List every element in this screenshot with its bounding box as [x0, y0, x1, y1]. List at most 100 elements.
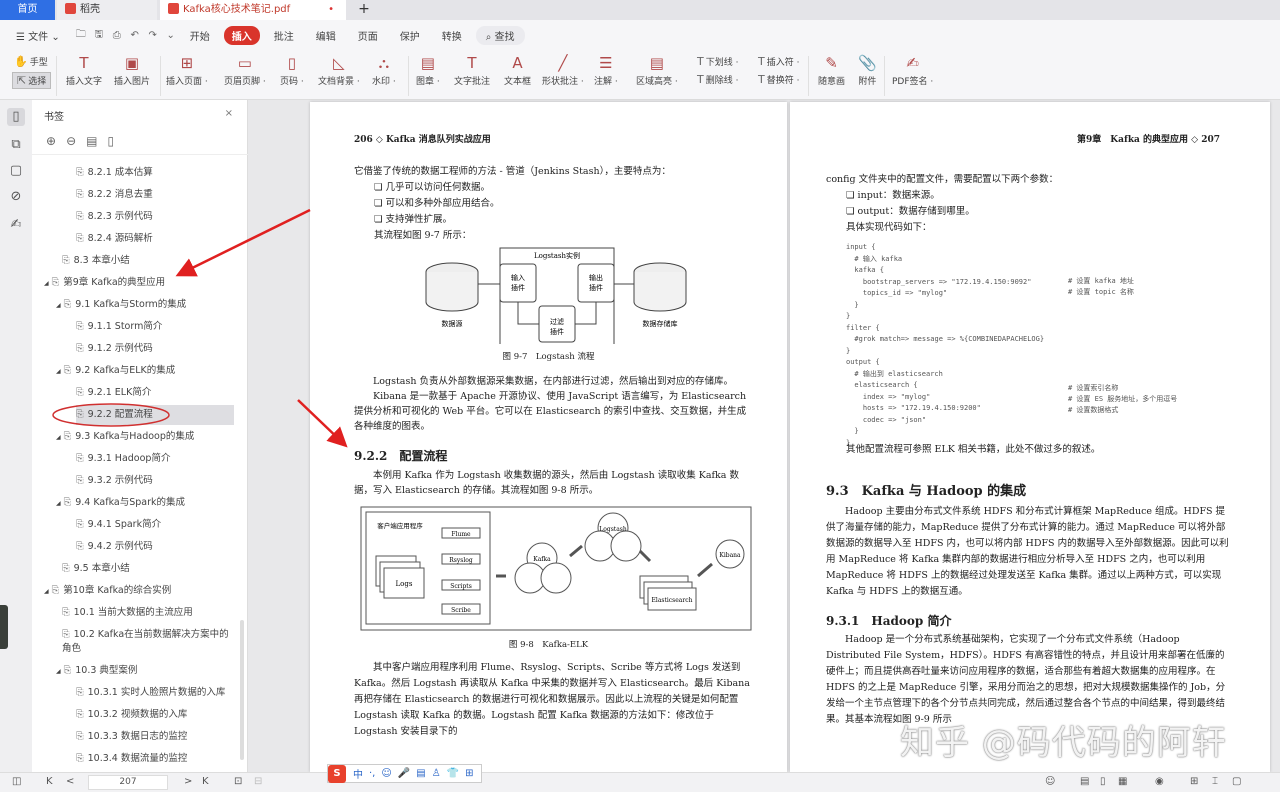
bookmark-item[interactable]: ⎘ 9.4.1 Spark简介: [76, 518, 161, 532]
attach-tool[interactable]: 📎 附件: [858, 52, 877, 98]
expand-arrow-icon[interactable]: ◢: [56, 668, 61, 675]
two-page-view-icon[interactable]: ▦: [1118, 776, 1127, 787]
ime-keyboard-icon[interactable]: ▤: [416, 768, 425, 779]
menu-tab-2[interactable]: 批注: [266, 26, 302, 45]
tab-daoke[interactable]: 稻壳: [57, 0, 157, 20]
sidebar-toggle-icon[interactable]: ◫: [12, 776, 21, 787]
bookmark-item[interactable]: ⎘ 8.2.2 消息去重: [76, 188, 153, 202]
bookmark-item[interactable]: ⎘ 9.4.2 示例代码: [76, 540, 153, 554]
continuous-view-icon[interactable]: ▯: [1100, 776, 1106, 787]
text-markup-tool-1[interactable]: T 删除线 ·: [697, 73, 738, 86]
menu-tab-6[interactable]: 转换: [434, 26, 470, 45]
undo-icon[interactable]: ↶: [128, 30, 142, 41]
edit-bookmark-icon[interactable]: ⊖: [66, 134, 86, 148]
ime-voice-icon[interactable]: 🎤: [398, 768, 410, 779]
menu-tab-3[interactable]: 编辑: [308, 26, 344, 45]
tool-7[interactable]: ▤ 图章 ·: [416, 52, 440, 98]
save-icon[interactable]: 🖫: [92, 27, 106, 44]
bookmark-item[interactable]: ⎘ 9.3.1 Hadoop简介: [76, 452, 170, 466]
fit-width-icon[interactable]: ⌶: [1212, 776, 1218, 787]
bookmark-panel-icon[interactable]: ▯: [7, 108, 25, 126]
bookmark-item[interactable]: ⎘ 8.2.4 源码解析: [76, 232, 153, 246]
close-icon[interactable]: ×: [225, 108, 233, 119]
bookmark-item[interactable]: ⎘ 9.2.1 ELK简介: [76, 386, 151, 400]
expand-bookmark-icon[interactable]: ▤: [86, 134, 107, 148]
ime-skin-icon[interactable]: 👕: [447, 768, 459, 779]
expand-arrow-icon[interactable]: ◢: [56, 302, 61, 309]
page-view-icon[interactable]: ▢: [1232, 776, 1241, 787]
tool-1[interactable]: ▣ 插入图片: [114, 52, 150, 98]
last-page-button[interactable]: K: [202, 776, 209, 787]
bookmark-item[interactable]: ⎘ 9.5 本章小结: [62, 562, 130, 576]
collapse-bookmark-icon[interactable]: ▯: [107, 134, 124, 148]
eye-protection-icon[interactable]: ☺: [1045, 776, 1055, 787]
menu-tab-5[interactable]: 保护: [392, 26, 428, 45]
comment-icon[interactable]: ▢: [7, 162, 25, 180]
text-markup-tool-0[interactable]: T 下划线 ·: [697, 55, 738, 68]
text-markup-tool-2[interactable]: T 插入符 ·: [758, 55, 799, 68]
fullscreen-icon[interactable]: ⊞: [1190, 776, 1198, 787]
tool-2[interactable]: ⊞ 插入页面 ·: [166, 52, 208, 98]
bookmark-item[interactable]: ◢ ⎘ 9.2 Kafka与ELK的集成: [56, 364, 175, 379]
select-tool[interactable]: ⇱ 选择: [12, 72, 52, 89]
expand-arrow-icon[interactable]: ◢: [56, 368, 61, 375]
open-icon[interactable]: 🗀: [74, 27, 88, 44]
play-icon[interactable]: ◉: [1155, 776, 1164, 787]
sidebar-scrollbar[interactable]: [240, 620, 244, 760]
ime-chinese[interactable]: 中: [353, 766, 363, 781]
bookmark-item[interactable]: ⎘ 10.2 Kafka在当前数据解决方案中的 角色: [62, 628, 229, 656]
tool-9[interactable]: A 文本框: [504, 52, 531, 98]
print-icon[interactable]: ⎙: [110, 30, 124, 41]
bookmark-item[interactable]: ⎘ 9.3.2 示例代码: [76, 474, 153, 488]
bookmark-item[interactable]: ⎘ 8.2.1 成本估算: [76, 166, 153, 180]
ime-punct[interactable]: ·,: [369, 768, 375, 779]
bookmark-item[interactable]: ⎘ 8.3 本章小结: [62, 254, 130, 268]
bookmark-item[interactable]: ◢ ⎘ 9.1 Kafka与Storm的集成: [56, 298, 186, 313]
ime-user-icon[interactable]: ♙: [432, 768, 441, 779]
tool-12[interactable]: ▤ 区域高亮 ·: [636, 52, 678, 98]
tool-0[interactable]: T 插入文字: [66, 52, 102, 98]
unsaved-dot-icon[interactable]: •: [328, 0, 334, 20]
first-page-button[interactable]: K: [46, 776, 53, 787]
bookmark-item[interactable]: ⎘ 9.1.1 Storm简介: [76, 320, 162, 334]
bookmark-item[interactable]: ⎘ 10.3.2 视频数据的入库: [76, 708, 187, 722]
tool-3[interactable]: ▭ 页眉页脚 ·: [224, 52, 266, 98]
bookmark-item[interactable]: ◢ ⎘ 9.4 Kafka与Spark的集成: [56, 496, 185, 511]
tab-home[interactable]: 首页: [0, 0, 55, 20]
ime-emoji-icon[interactable]: ☺: [381, 768, 391, 779]
single-page-view-icon[interactable]: ▤: [1080, 776, 1089, 787]
expand-arrow-icon[interactable]: ◢: [56, 500, 61, 507]
tool-5[interactable]: ◺ 文档背景 ·: [318, 52, 360, 98]
bookmark-item[interactable]: ◢ ⎘ 9.3 Kafka与Hadoop的集成: [56, 430, 194, 445]
tool-8[interactable]: T 文字批注: [454, 52, 490, 98]
expand-arrow-icon[interactable]: ◢: [44, 588, 49, 595]
bookmark-item[interactable]: ⎘ 10.3.1 实时人脸照片数据的入库: [76, 686, 225, 700]
next-page-button[interactable]: >: [184, 776, 192, 787]
menu-tab-1[interactable]: 插入: [223, 25, 260, 45]
bookmark-item[interactable]: ◢ ⎘ 第9章 Kafka的典型应用: [44, 276, 165, 291]
bookmark-item[interactable]: ◢ ⎘ 10.3 典型案例: [56, 664, 137, 679]
bookmark-item[interactable]: ⎘ 9.2.2 配置流程: [76, 405, 234, 425]
expand-arrow-icon[interactable]: ◢: [44, 280, 49, 287]
tool-10[interactable]: ╱ 形状批注 ·: [542, 52, 584, 98]
tool-4[interactable]: ▯ 页码 ·: [280, 52, 304, 98]
more-icon[interactable]: ⌄: [164, 30, 178, 41]
prev-page-button[interactable]: <: [66, 776, 74, 787]
expand-arrow-icon[interactable]: ◢: [56, 434, 61, 441]
hand-tool[interactable]: ✋ 手型: [14, 55, 48, 68]
redo-icon[interactable]: ↷: [146, 30, 160, 41]
menu-tab-0[interactable]: 开始: [182, 26, 218, 45]
add-bookmark-icon[interactable]: ⊕: [46, 134, 66, 148]
draw-tool[interactable]: ✎ 随意画: [818, 52, 845, 98]
attachment-icon[interactable]: ⊘: [7, 188, 25, 206]
bookmark-item[interactable]: ⎘ 9.1.2 示例代码: [76, 342, 153, 356]
rotate-icon[interactable]: ⊟: [254, 776, 262, 787]
tool-6[interactable]: ⛬ 水印 ·: [372, 52, 396, 98]
thumbnail-icon[interactable]: ⧉: [7, 136, 25, 154]
sign-icon[interactable]: ✍: [7, 216, 25, 234]
bookmark-item[interactable]: ◢ ⎘ 第10章 Kafka的综合实例: [44, 584, 171, 599]
search-button[interactable]: ⌕ 查找: [475, 25, 525, 45]
bookmark-item[interactable]: ⎘ 10.3.3 数据日志的监控: [76, 730, 187, 744]
new-tab-button[interactable]: +: [356, 0, 372, 20]
tool-11[interactable]: ☰ 注解 ·: [594, 52, 618, 98]
